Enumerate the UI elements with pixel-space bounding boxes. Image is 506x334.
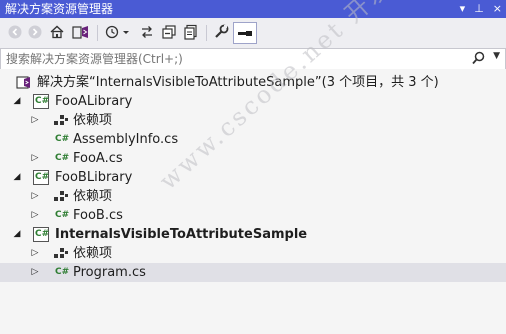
solution-icon [16,75,32,90]
file-label: FooA.cs [73,151,123,166]
expanded-arrow-icon[interactable]: ◢ [12,168,22,187]
csharp-project-icon: C# [33,170,49,185]
tree-item-project[interactable]: ◢ C# FooBLibrary [0,168,506,187]
dependencies-icon [53,113,69,128]
dependencies-icon [53,189,69,204]
project-label: InternalsVisibleToAttributeSample [55,227,308,242]
forward-icon[interactable] [26,23,44,41]
collapsed-arrow-icon[interactable]: ▷ [30,187,40,206]
collapsed-arrow-icon[interactable]: ▷ [30,149,40,168]
csharp-project-icon: C# [33,94,49,109]
properties-icon[interactable] [212,23,230,41]
file-label: FooB.cs [73,208,123,223]
collapsed-arrow-icon[interactable]: ▷ [30,244,40,263]
csharp-file-icon: C# [55,134,70,144]
home-icon[interactable] [48,23,66,41]
collapse-all-icon[interactable] [160,23,178,41]
search-input[interactable] [6,50,466,67]
back-icon[interactable] [6,23,24,41]
show-all-files-icon[interactable] [182,23,200,41]
dependencies-label: 依赖项 [73,189,113,204]
pin-icon[interactable]: ⊥ [474,0,484,18]
project-label: FooBLibrary [55,170,133,185]
expanded-arrow-icon[interactable]: ◢ [12,92,22,111]
toolbar [0,18,506,49]
file-label: AssemblyInfo.cs [73,132,179,147]
title-bar: 解决方案资源管理器 ▾ ⊥ × [0,0,506,18]
csharp-file-icon: C# [55,267,70,277]
expanded-arrow-icon[interactable]: ◢ [12,225,22,244]
solution-tree: 解决方案“InternalsVisibleToAttributeSample”(… [0,69,506,334]
vs-switch-icon[interactable] [72,23,90,41]
dependencies-label: 依赖项 [73,113,113,128]
tree-item-file[interactable]: ▷ C# FooB.cs [0,206,506,225]
collapsed-arrow-icon[interactable]: ▷ [30,263,40,282]
tree-item-dependencies[interactable]: ▷ 依赖项 [0,111,506,130]
csharp-file-icon: C# [55,153,70,163]
preview-icon[interactable] [233,22,257,44]
window-title: 解决方案资源管理器 [5,2,114,16]
collapsed-arrow-icon[interactable]: ▷ [30,111,40,130]
file-label: Program.cs [73,265,146,280]
tree-item-project[interactable]: ◢ C# FooALibrary [0,92,506,111]
sync-icon[interactable] [138,23,156,41]
tree-item-solution[interactable]: 解决方案“InternalsVisibleToAttributeSample”(… [0,73,506,92]
window-position-dropdown-icon[interactable]: ▾ [460,0,466,18]
csharp-file-icon: C# [55,210,70,220]
collapsed-arrow-icon[interactable]: ▷ [30,206,40,225]
project-label: FooALibrary [55,94,133,109]
tree-item-project-startup[interactable]: ◢ C# InternalsVisibleToAttributeSample [0,225,506,244]
dependencies-icon [53,246,69,261]
tree-item-dependencies[interactable]: ▷ 依赖项 [0,244,506,263]
csharp-project-icon: C# [33,227,49,242]
history-icon[interactable] [104,23,132,41]
tree-item-file-selected[interactable]: ▷ C# Program.cs [0,263,506,282]
tree-item-file[interactable]: C# AssemblyInfo.cs [0,130,506,149]
search-options-dropdown-icon[interactable]: ▼ [493,51,500,61]
dependencies-label: 依赖项 [73,246,113,261]
search-box[interactable]: ▼ [0,48,506,70]
tree-item-dependencies[interactable]: ▷ 依赖项 [0,187,506,206]
tree-item-file[interactable]: ▷ C# FooA.cs [0,149,506,168]
solution-label: 解决方案“InternalsVisibleToAttributeSample”(… [37,75,439,90]
search-icon[interactable] [472,51,485,69]
close-icon[interactable]: × [493,0,502,18]
